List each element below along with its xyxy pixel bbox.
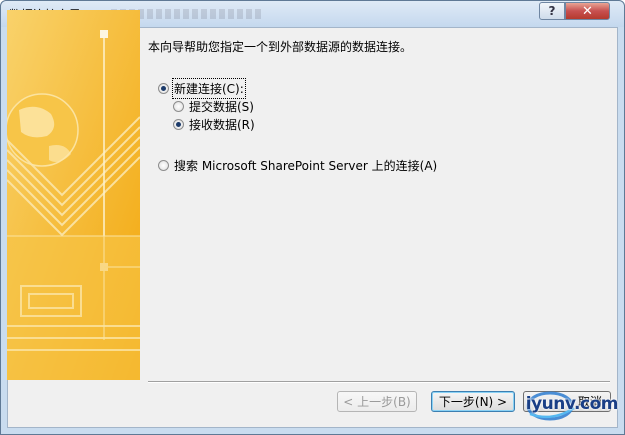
site-watermark: iyunv.com — [522, 384, 619, 424]
close-icon: ✕ — [582, 3, 593, 19]
receive-data-option[interactable]: 接收数据(R) — [173, 116, 255, 133]
submit-data-label: 提交数据(S) — [189, 100, 254, 114]
new-connection-option[interactable]: 新建连接(C): — [158, 78, 246, 99]
search-sharepoint-label: 搜索 Microsoft SharePoint Server 上的连接(A) — [174, 159, 438, 173]
submit-data-option[interactable]: 提交数据(S) — [173, 98, 254, 115]
help-button[interactable]: ? — [539, 2, 565, 20]
intro-text: 本向导帮助您指定一个到外部数据源的数据连接。 — [148, 40, 413, 54]
next-button[interactable]: 下一步(N) > — [431, 391, 515, 412]
receive-data-radio[interactable] — [173, 119, 184, 130]
watermark-text: iyunv.com — [525, 394, 619, 414]
receive-data-label: 接收数据(R) — [189, 118, 255, 132]
search-sharepoint-option[interactable]: 搜索 Microsoft SharePoint Server 上的连接(A) — [158, 157, 437, 174]
search-sharepoint-radio[interactable] — [158, 160, 169, 171]
new-connection-radio[interactable] — [158, 83, 169, 94]
wizard-banner-image — [7, 10, 140, 380]
decorative-banner-icon — [7, 10, 140, 380]
button-separator — [148, 381, 610, 383]
close-button[interactable]: ✕ — [565, 2, 610, 20]
back-button[interactable]: < 上一步(B) — [337, 391, 417, 412]
new-connection-label: 新建连接(C): — [172, 78, 246, 99]
help-icon: ? — [548, 4, 556, 18]
submit-data-radio[interactable] — [173, 101, 184, 112]
